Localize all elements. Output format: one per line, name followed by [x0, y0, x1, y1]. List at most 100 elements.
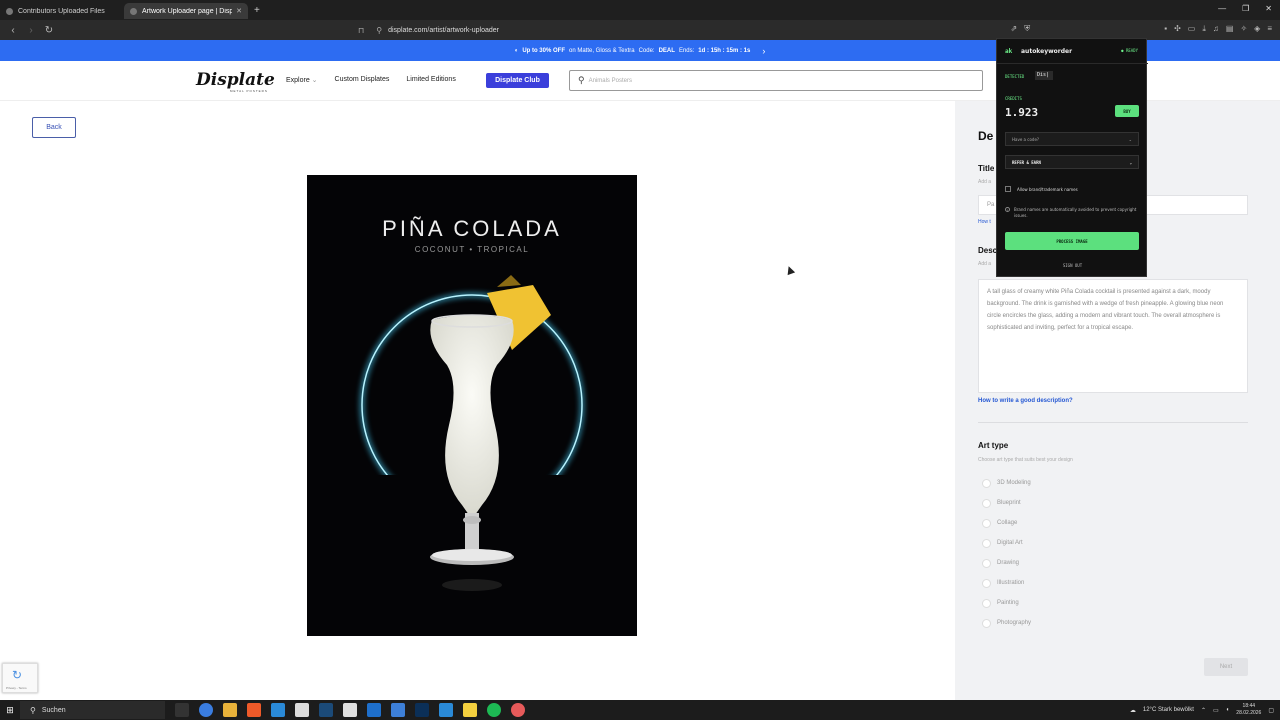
- radio-button[interactable]: [982, 538, 991, 548]
- maximize-icon[interactable]: ❐: [1242, 4, 1249, 13]
- art-type-option[interactable]: Digital Art: [982, 533, 1031, 553]
- puzzle-icon[interactable]: ✣: [1174, 24, 1181, 34]
- vpn-icon[interactable]: ◈: [1254, 24, 1260, 34]
- weather-text[interactable]: 12°C Stark bewölkt: [1143, 707, 1194, 713]
- menu-icon[interactable]: ≡: [1267, 24, 1272, 34]
- title-label: Title: [978, 164, 995, 173]
- panel-heading: De: [978, 129, 994, 143]
- photoshop-icon[interactable]: [415, 703, 429, 717]
- art-type-option[interactable]: Photography: [982, 613, 1031, 633]
- search-input[interactable]: ⚲ Animals Posters: [569, 70, 983, 91]
- extension-name: autokeyworder: [1021, 48, 1073, 55]
- sidebar-icon[interactable]: ▭: [1188, 24, 1196, 34]
- art-type-option-label: Photography: [997, 620, 1032, 626]
- close-tab-icon[interactable]: ✕: [236, 7, 242, 15]
- bookmark-icon[interactable]: ⊓: [358, 26, 364, 35]
- refer-earn-dropdown[interactable]: REFER & EARN ⌄: [1005, 155, 1139, 169]
- radio-button[interactable]: [982, 578, 991, 588]
- back-arrow-icon[interactable]: ‹: [8, 25, 18, 36]
- tab-contributors[interactable]: Contributors Uploaded Files: [0, 3, 124, 19]
- notepad-icon[interactable]: [295, 703, 309, 717]
- displate-club-button[interactable]: Displate Club: [486, 73, 549, 88]
- art-type-option[interactable]: Drawing: [982, 553, 1031, 573]
- detected-value: Dis|: [1035, 71, 1053, 80]
- radio-button[interactable]: [982, 478, 991, 488]
- download-icon[interactable]: ⤓: [1202, 24, 1206, 34]
- art-type-option[interactable]: Collage: [982, 513, 1031, 533]
- outlook-icon[interactable]: [367, 703, 381, 717]
- brave-icon[interactable]: [247, 703, 261, 717]
- share-icon[interactable]: ⇗: [1011, 24, 1018, 34]
- back-button[interactable]: Back: [32, 117, 76, 138]
- nav-limited-editions[interactable]: Limited Editions: [406, 76, 455, 84]
- code-dropdown[interactable]: Have a code? ⌄: [1005, 132, 1139, 146]
- art-type-option-label: 3D Modeling: [997, 480, 1031, 486]
- volume-icon[interactable]: ◖: [1226, 707, 1230, 713]
- recaptcha-badge[interactable]: ↻ Privacy - Terms: [2, 663, 38, 693]
- chevron-down-icon: ⌄: [1129, 159, 1132, 165]
- tray-chevron-icon[interactable]: ⌃: [1201, 707, 1206, 714]
- app-icon[interactable]: [391, 703, 405, 717]
- leo-icon[interactable]: ✧: [1240, 24, 1247, 34]
- chevron-down-icon: ⌄: [309, 77, 318, 84]
- extension-icon[interactable]: ▪: [1164, 24, 1167, 34]
- pina-colada-illustration: [307, 275, 637, 636]
- windows-start-icon[interactable]: ⊞: [0, 700, 20, 720]
- reload-icon[interactable]: ↻: [44, 25, 54, 36]
- art-type-list: 3D Modeling Blueprint Collage Digital Ar…: [982, 473, 1031, 633]
- minimize-icon[interactable]: —: [1218, 4, 1226, 13]
- windows-taskbar: ⊞ ⚲ Suchen ☁ 12°C Stark bewölkt ⌃ ▭ ◖ 18…: [0, 700, 1280, 720]
- art-type-option[interactable]: Painting: [982, 593, 1031, 613]
- sign-out-link[interactable]: SIGN OUT: [997, 263, 1148, 268]
- art-type-option[interactable]: 3D Modeling: [982, 473, 1031, 493]
- description-textarea[interactable]: A tall glass of creamy white Piña Colada…: [978, 279, 1248, 393]
- radio-button[interactable]: [982, 558, 991, 568]
- wallet-icon[interactable]: ▤: [1226, 24, 1234, 34]
- steam-icon[interactable]: [319, 703, 333, 717]
- process-image-button[interactable]: PROCESS IMAGE: [1005, 232, 1139, 250]
- clock[interactable]: 18:44 28.02.2026: [1236, 703, 1261, 717]
- art-type-option-label: Drawing: [997, 560, 1020, 566]
- vscode-icon[interactable]: [439, 703, 453, 717]
- app-icon[interactable]: [271, 703, 285, 717]
- tab-artwork-uploader[interactable]: Artwork Uploader page | Displa... ✕: [124, 3, 248, 19]
- next-button[interactable]: Next: [1204, 658, 1248, 676]
- title-help-link[interactable]: How t: [978, 219, 991, 225]
- spotify-icon[interactable]: [487, 703, 501, 717]
- credits-label: CREDITS: [1005, 96, 1022, 101]
- network-icon[interactable]: ▭: [1213, 707, 1219, 714]
- notification-icon[interactable]: ▢: [1268, 707, 1274, 714]
- media-icon[interactable]: ♫: [1213, 24, 1219, 34]
- promo-text: on Matte, Gloss & Textra: [568, 47, 635, 54]
- recaptcha-icon: ↻: [12, 668, 23, 682]
- address-bar[interactable]: ⊓ ⚲ displate.com/artist/artwork-uploader: [352, 22, 908, 38]
- nav-custom-displates[interactable]: Custom Displates: [335, 76, 390, 84]
- site-info-icon[interactable]: ⚲: [376, 26, 382, 35]
- art-type-option[interactable]: Illustration: [982, 573, 1031, 593]
- sticky-notes-icon[interactable]: [463, 703, 477, 717]
- close-window-icon[interactable]: ✕: [1265, 4, 1272, 13]
- task-view-icon[interactable]: [175, 703, 189, 717]
- art-type-option[interactable]: Blueprint: [982, 493, 1031, 513]
- checkbox[interactable]: [1005, 186, 1011, 192]
- buy-button[interactable]: BUY: [1115, 105, 1139, 117]
- radio-button[interactable]: [982, 598, 991, 608]
- nav-explore[interactable]: Explore ⌄: [286, 76, 318, 84]
- allow-brand-checkbox[interactable]: Allow brand/trademark names: [1005, 186, 1078, 192]
- displate-logo[interactable]: Displate: [196, 70, 275, 90]
- new-tab-icon[interactable]: +: [254, 5, 260, 16]
- forward-arrow-icon[interactable]: ›: [26, 25, 36, 36]
- radio-button[interactable]: [982, 518, 991, 528]
- app-icon[interactable]: [343, 703, 357, 717]
- taskbar-search[interactable]: ⚲ Suchen: [20, 701, 165, 719]
- radio-button[interactable]: [982, 498, 991, 508]
- file-explorer-icon[interactable]: [223, 703, 237, 717]
- app-icon[interactable]: [511, 703, 525, 717]
- chrome-icon[interactable]: [199, 703, 213, 717]
- promo-code: DEAL: [658, 47, 675, 54]
- shield-icon[interactable]: ⛨: [1024, 24, 1030, 34]
- radio-button[interactable]: [982, 618, 991, 628]
- tab-favicon-icon: [130, 7, 137, 15]
- nav-explore-label: Explore: [286, 77, 310, 84]
- description-help-link[interactable]: How to write a good description?: [978, 398, 1073, 404]
